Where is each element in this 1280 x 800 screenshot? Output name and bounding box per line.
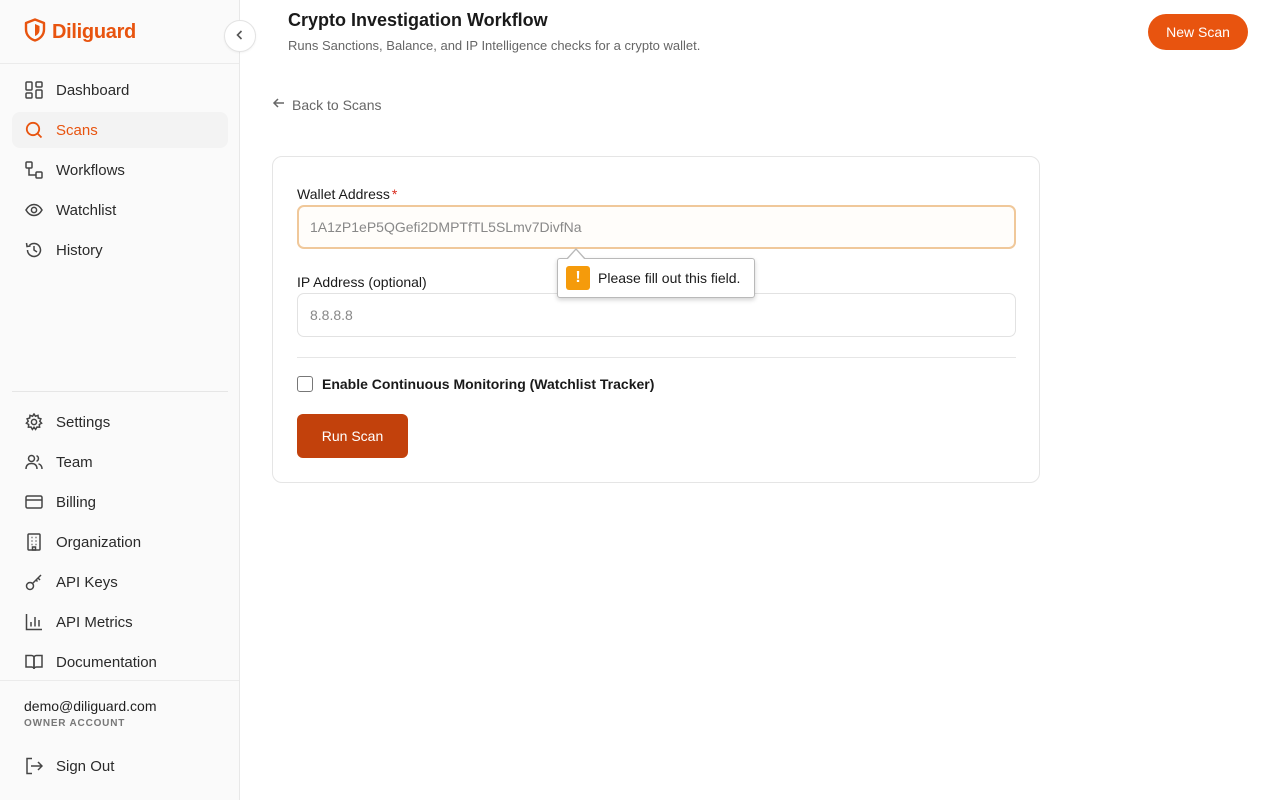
sidebar-item-documentation[interactable]: Documentation <box>12 644 228 680</box>
dashboard-icon <box>24 80 44 100</box>
sidebar-item-label: Watchlist <box>56 201 117 219</box>
chevron-left-icon <box>234 29 246 44</box>
sidebar-item-settings[interactable]: Settings <box>12 404 228 440</box>
run-scan-button[interactable]: Run Scan <box>297 414 408 458</box>
eye-icon <box>24 200 44 220</box>
validation-message: Please fill out this field. <box>598 270 741 286</box>
sidebar-item-label: Organization <box>56 533 142 551</box>
sidebar-item-history[interactable]: History <box>12 232 228 268</box>
sidebar-item-api-metrics[interactable]: API Metrics <box>12 604 228 640</box>
sidebar-item-organization[interactable]: Organization <box>12 524 228 560</box>
sidebar-item-label: Billing <box>56 493 97 511</box>
key-icon <box>24 572 44 592</box>
tooltip-arrow-fill <box>567 250 585 260</box>
sidebar-item-label: Documentation <box>56 653 157 671</box>
new-scan-button[interactable]: New Scan <box>1148 14 1248 50</box>
sign-out-label: Sign Out <box>56 757 115 775</box>
brand-logo[interactable]: Diliguard <box>24 17 136 47</box>
back-link-label: Back to Scans <box>292 96 382 113</box>
search-icon <box>24 120 44 140</box>
ip-address-input[interactable]: 8.8.8.8 <box>297 293 1016 337</box>
sidebar-item-team[interactable]: Team <box>12 444 228 480</box>
sidebar-item-label: Dashboard <box>56 81 130 99</box>
sidebar: Diliguard Dashboard Scans Workflows Watc… <box>0 0 240 800</box>
credit-card-icon <box>24 492 44 512</box>
sidebar-item-dashboard[interactable]: Dashboard <box>12 72 228 108</box>
wallet-address-label: Wallet Address * <box>297 186 397 202</box>
wallet-address-placeholder: 1A1zP1eP5QGefi2DMPTfTL5SLmv7DivfNa <box>310 219 582 235</box>
sidebar-item-label: Scans <box>56 121 98 139</box>
back-to-scans-link[interactable]: Back to Scans <box>272 96 382 113</box>
workflow-icon <box>24 160 44 180</box>
collapse-sidebar-button[interactable] <box>224 20 256 52</box>
scan-form-card: Wallet Address * 1A1zP1eP5QGefi2DMPTfTL5S… <box>272 156 1040 483</box>
shield-icon <box>24 17 46 47</box>
warning-icon: ! <box>566 266 590 290</box>
building-icon <box>24 532 44 552</box>
history-icon <box>24 240 44 260</box>
arrow-left-icon <box>272 96 286 113</box>
ip-address-placeholder: 8.8.8.8 <box>310 307 353 323</box>
bar-chart-icon <box>24 612 44 632</box>
sidebar-item-scans[interactable]: Scans <box>12 112 228 148</box>
form-divider <box>297 357 1016 358</box>
sidebar-item-label: API Metrics <box>56 613 133 631</box>
page-subtitle: Runs Sanctions, Balance, and IP Intellig… <box>288 38 701 53</box>
book-icon <box>24 652 44 672</box>
sidebar-item-watchlist[interactable]: Watchlist <box>12 192 228 228</box>
sidebar-item-billing[interactable]: Billing <box>12 484 228 520</box>
ip-address-label: IP Address (optional) <box>297 274 427 290</box>
monitoring-checkbox[interactable] <box>297 376 313 392</box>
monitoring-label[interactable]: Enable Continuous Monitoring (Watchlist … <box>322 376 654 392</box>
sign-out-button[interactable]: Sign Out <box>12 748 228 784</box>
sign-out-icon <box>24 756 44 776</box>
gear-icon <box>24 412 44 432</box>
required-marker: * <box>391 186 398 202</box>
brand-name: Diliguard <box>52 20 136 43</box>
page-title: Crypto Investigation Workflow <box>288 10 548 30</box>
sidebar-item-workflows[interactable]: Workflows <box>12 152 228 188</box>
users-icon <box>24 452 44 472</box>
sidebar-item-label: Workflows <box>56 161 125 179</box>
sidebar-item-label: History <box>56 241 103 259</box>
wallet-address-label-text: Wallet Address <box>297 186 390 202</box>
header-divider <box>0 63 239 64</box>
sidebar-item-label: API Keys <box>56 573 118 591</box>
monitoring-option[interactable]: Enable Continuous Monitoring (Watchlist … <box>297 376 654 392</box>
sidebar-item-label: Team <box>56 453 93 471</box>
sidebar-divider <box>12 391 228 392</box>
user-role: OWNER ACCOUNT <box>24 718 126 729</box>
wallet-address-input[interactable]: 1A1zP1eP5QGefi2DMPTfTL5SLmv7DivfNa <box>297 205 1016 249</box>
user-divider <box>0 680 239 681</box>
validation-tooltip: ! Please fill out this field. <box>557 258 755 298</box>
sidebar-item-label: Settings <box>56 413 111 431</box>
sidebar-item-api-keys[interactable]: API Keys <box>12 564 228 600</box>
user-email: demo@diliguard.com <box>24 698 157 714</box>
